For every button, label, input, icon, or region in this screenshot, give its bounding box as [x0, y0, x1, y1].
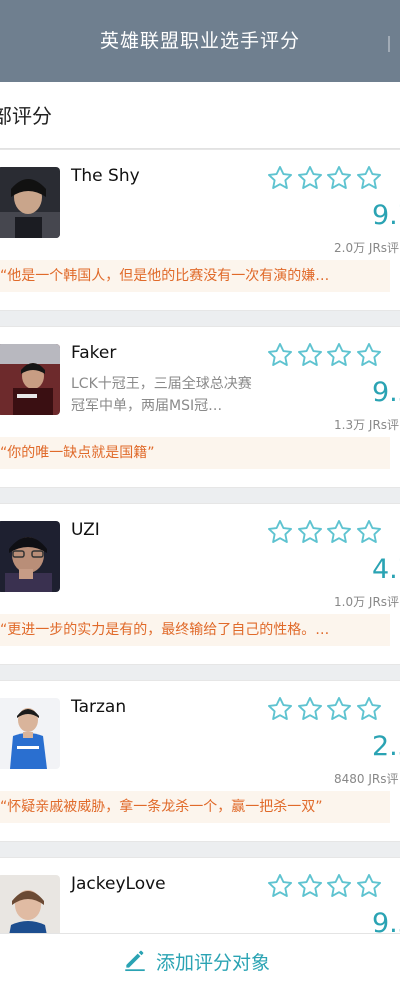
player-avatar — [0, 521, 60, 592]
star-icon[interactable] — [355, 341, 383, 369]
page-title: 英雄联盟职业选手评分 — [99, 30, 300, 52]
rating-count: 1.0万 JRs评 — [334, 595, 400, 609]
player-card-theshy[interactable]: The Shy 9.7 2.0万 JRs评 “他是一个韩国人，但是他的比赛没有一… — [0, 149, 400, 311]
star-icon[interactable] — [296, 518, 324, 546]
section-header: 部评分 — [0, 82, 400, 149]
star-icon[interactable] — [325, 695, 353, 723]
top-comment[interactable]: “更进一步的实力是有的，最终输给了自己的性格。… — [0, 614, 390, 646]
player-score: 2.3 — [372, 731, 400, 762]
player-name: Faker — [71, 343, 117, 363]
player-score: 9.7 — [372, 200, 400, 231]
rating-count: 1.3万 JRs评 — [334, 418, 400, 432]
edit-pen-icon — [122, 946, 148, 977]
player-score: 9.3 — [372, 377, 400, 408]
player-card-uzi[interactable]: UZI 4.7 1.0万 JRs评 “更进一步的实力是有的，最终输给了自己的性格… — [0, 503, 400, 665]
rating-stars[interactable] — [266, 695, 384, 725]
star-icon[interactable] — [266, 518, 294, 546]
star-icon[interactable] — [325, 518, 353, 546]
star-icon[interactable] — [355, 872, 383, 900]
star-icon[interactable] — [325, 341, 353, 369]
rating-stars[interactable] — [266, 518, 384, 548]
player-card-tarzan[interactable]: Tarzan 2.3 8480 JRs评 “怀疑亲戚被威胁，拿一条龙杀一个，赢一… — [0, 680, 400, 842]
rating-count: 2.0万 JRs评 — [334, 241, 400, 255]
add-rating-label: 添加评分对象 — [156, 952, 271, 974]
player-score: 4.7 — [372, 554, 400, 585]
star-icon[interactable] — [266, 695, 294, 723]
rating-stars[interactable] — [266, 872, 384, 902]
rating-stars[interactable] — [266, 164, 384, 194]
star-icon[interactable] — [296, 872, 324, 900]
player-name: UZI — [71, 520, 100, 540]
app-header: 英雄联盟职业选手评分 — [0, 0, 400, 82]
top-comment[interactable]: “他是一个韩国人，但是他的比赛没有一次有演的嫌… — [0, 260, 390, 292]
star-icon[interactable] — [355, 695, 383, 723]
star-icon[interactable] — [266, 341, 294, 369]
player-avatar — [0, 698, 60, 769]
add-rating-target-button[interactable]: 添加评分对象 — [122, 946, 271, 974]
top-comment[interactable]: “怀疑亲戚被威胁，拿一条龙杀一个，赢一把杀一双” — [0, 791, 390, 823]
star-icon[interactable] — [325, 164, 353, 192]
rating-count: 8480 JRs评 — [334, 772, 399, 786]
player-description: LCK十冠王，三届全球总决赛冠军中单，两届MSI冠… — [71, 376, 252, 414]
player-name: Tarzan — [71, 697, 127, 717]
star-icon[interactable] — [266, 872, 294, 900]
bottom-action-bar: 添加评分对象 — [0, 933, 400, 983]
player-avatar — [0, 344, 60, 415]
star-icon[interactable] — [325, 872, 353, 900]
player-name: JackeyLove — [71, 874, 166, 894]
player-name: The Shy — [71, 166, 140, 186]
top-comment[interactable]: “你的唯一缺点就是国籍” — [0, 437, 390, 469]
star-icon[interactable] — [296, 341, 324, 369]
player-card-faker[interactable]: Faker LCK十冠王，三届全球总决赛冠军中单，两届MSI冠… 9.3 1.3… — [0, 326, 400, 488]
header-edge-icon — [388, 36, 400, 52]
star-icon[interactable] — [296, 695, 324, 723]
rating-stars[interactable] — [266, 341, 384, 371]
star-icon[interactable] — [355, 518, 383, 546]
star-icon[interactable] — [266, 164, 294, 192]
star-icon[interactable] — [296, 164, 324, 192]
player-avatar — [0, 167, 60, 238]
section-label: 部评分 — [0, 104, 52, 128]
star-icon[interactable] — [355, 164, 383, 192]
